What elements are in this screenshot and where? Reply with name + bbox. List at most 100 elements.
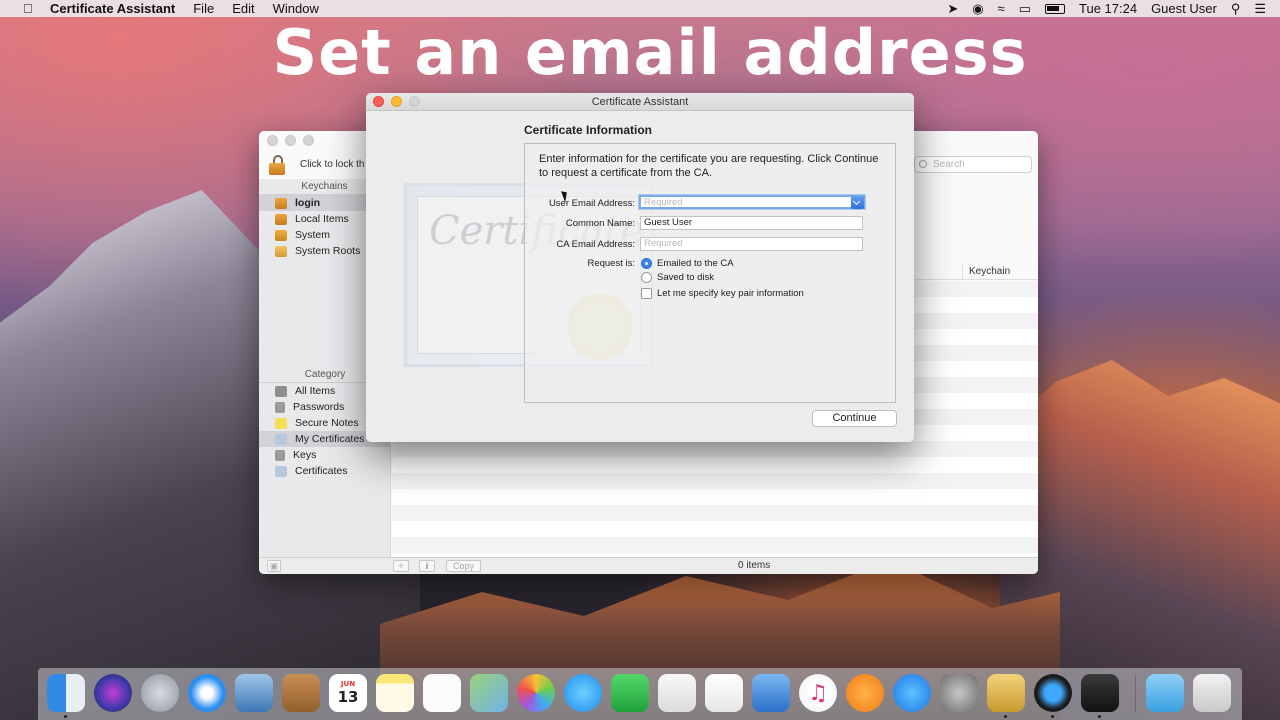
chevron-down-icon[interactable] bbox=[851, 196, 864, 209]
option-emailed-label[interactable]: Emailed to the CA bbox=[657, 258, 734, 269]
facetime-icon[interactable] bbox=[611, 674, 649, 712]
headline-caption: Set an email address bbox=[272, 16, 1028, 89]
sidebar-item-certificates[interactable]: Certificates bbox=[259, 463, 391, 479]
dock: JUN 13 ♫ bbox=[38, 668, 1242, 720]
zoom-button[interactable] bbox=[303, 134, 314, 146]
key-icon bbox=[275, 449, 285, 461]
dock-separator bbox=[1135, 676, 1136, 712]
column-header-keychain[interactable]: Keychain bbox=[962, 264, 1038, 280]
menu-app-name[interactable]: Certificate Assistant bbox=[50, 1, 175, 16]
sidebar-item-label: My Certificates bbox=[295, 433, 365, 445]
close-button[interactable] bbox=[373, 96, 384, 107]
running-indicator bbox=[1004, 715, 1007, 718]
spotlight-icon[interactable]: ⚲ bbox=[1231, 1, 1241, 17]
menu-user[interactable]: Guest User bbox=[1151, 1, 1217, 16]
quicktime-icon[interactable] bbox=[1034, 674, 1072, 712]
common-name-field[interactable]: Guest User bbox=[640, 216, 863, 230]
menu-window[interactable]: Window bbox=[273, 1, 319, 16]
my-certificates-icon bbox=[275, 433, 287, 445]
running-indicator bbox=[1051, 715, 1054, 718]
safari-icon[interactable] bbox=[188, 674, 226, 712]
radio-emailed-to-ca[interactable] bbox=[641, 258, 652, 269]
user-email-label: User Email Address: bbox=[548, 198, 635, 209]
menu-bar:  Certificate Assistant File Edit Window… bbox=[0, 0, 1280, 17]
continue-button[interactable]: Continue bbox=[812, 410, 897, 427]
calendar-month: JUN bbox=[340, 680, 356, 688]
note-icon bbox=[275, 417, 287, 429]
notes-icon[interactable] bbox=[376, 674, 414, 712]
system-preferences-icon[interactable] bbox=[940, 674, 978, 712]
app-store-icon[interactable] bbox=[893, 674, 931, 712]
minimize-button[interactable] bbox=[285, 134, 296, 146]
key-icon bbox=[275, 401, 285, 413]
sidebar-item-label: Keys bbox=[293, 449, 317, 461]
lock-open-icon bbox=[275, 197, 287, 209]
finder-icon[interactable] bbox=[47, 674, 85, 712]
sidebar-item-keys[interactable]: Keys bbox=[259, 447, 391, 463]
bartender-icon[interactable] bbox=[1081, 674, 1119, 712]
user-email-field[interactable]: Required bbox=[639, 195, 865, 209]
copy-button[interactable]: Copy bbox=[446, 560, 481, 572]
pages-icon[interactable] bbox=[658, 674, 696, 712]
search-icon bbox=[919, 160, 927, 168]
checkbox-key-pair[interactable] bbox=[641, 288, 652, 299]
option-keypair-label[interactable]: Let me specify key pair information bbox=[657, 288, 804, 299]
lock-label[interactable]: Click to lock th bbox=[300, 159, 364, 170]
messages-icon[interactable] bbox=[564, 674, 602, 712]
sidebar-item-label: Local Items bbox=[295, 213, 349, 225]
minimize-button[interactable] bbox=[391, 96, 402, 107]
ibooks-icon[interactable] bbox=[846, 674, 884, 712]
itunes-icon[interactable]: ♫ bbox=[799, 674, 837, 712]
mail-icon[interactable] bbox=[235, 674, 273, 712]
keychain-status-bar: ▣ + i Copy 0 items bbox=[259, 557, 1038, 574]
launchpad-icon[interactable] bbox=[141, 674, 179, 712]
numbers-icon[interactable] bbox=[705, 674, 743, 712]
keynote-icon[interactable] bbox=[752, 674, 790, 712]
battery-icon[interactable] bbox=[1045, 3, 1065, 14]
notification-center-icon[interactable]: ☰ bbox=[1254, 1, 1266, 17]
search-input[interactable]: Search bbox=[914, 156, 1032, 173]
trash-icon[interactable] bbox=[1193, 674, 1231, 712]
certificate-assistant-window: Certificate Assistant Certificate Certif… bbox=[366, 93, 914, 442]
menu-file[interactable]: File bbox=[193, 1, 214, 16]
sidebar-item-label: Certificates bbox=[295, 465, 348, 477]
add-item-button[interactable]: + bbox=[393, 560, 409, 572]
items-count: 0 items bbox=[738, 560, 771, 571]
sidebar-item-label: System Roots bbox=[295, 245, 361, 257]
lock-icon[interactable] bbox=[269, 155, 285, 175]
sidebar-item-label: Passwords bbox=[293, 401, 345, 413]
record-icon[interactable]: ◉ bbox=[972, 1, 983, 17]
siri-icon[interactable] bbox=[94, 674, 132, 712]
menu-clock[interactable]: Tue 17:24 bbox=[1079, 1, 1137, 16]
sidebar-item-label: login bbox=[295, 197, 321, 209]
radio-saved-to-disk[interactable] bbox=[641, 272, 652, 283]
user-email-placeholder: Required bbox=[644, 197, 683, 208]
location-icon[interactable]: ➤ bbox=[947, 1, 958, 17]
running-indicator bbox=[64, 715, 67, 718]
keychain-access-icon[interactable] bbox=[987, 674, 1025, 712]
ca-intro-text: Enter information for the certificate yo… bbox=[539, 153, 879, 179]
lock-open-icon bbox=[275, 213, 287, 225]
ca-window-title: Certificate Assistant bbox=[591, 96, 689, 108]
maps-icon[interactable] bbox=[470, 674, 508, 712]
info-button[interactable]: i bbox=[419, 560, 435, 572]
close-button[interactable] bbox=[267, 134, 278, 146]
zoom-button[interactable] bbox=[409, 96, 420, 107]
downloads-folder-icon[interactable] bbox=[1146, 674, 1184, 712]
contacts-icon[interactable] bbox=[282, 674, 320, 712]
reminders-icon[interactable] bbox=[423, 674, 461, 712]
search-placeholder: Search bbox=[933, 159, 965, 170]
cabinet-icon bbox=[275, 245, 287, 257]
menu-edit[interactable]: Edit bbox=[232, 1, 254, 16]
airplay-icon[interactable]: ▭ bbox=[1019, 1, 1031, 17]
photos-icon[interactable] bbox=[517, 674, 555, 712]
sidebar-toggle-button[interactable]: ▣ bbox=[267, 560, 281, 572]
running-indicator bbox=[1098, 715, 1101, 718]
wifi-icon[interactable]: ≈ bbox=[998, 1, 1005, 16]
sidebar-item-label: All Items bbox=[295, 385, 336, 397]
calendar-day: 13 bbox=[337, 688, 359, 706]
calendar-icon[interactable]: JUN 13 bbox=[329, 674, 367, 712]
apple-menu-icon[interactable]:  bbox=[16, 1, 40, 16]
ca-email-field[interactable]: Required bbox=[640, 237, 863, 251]
option-saved-label[interactable]: Saved to disk bbox=[657, 272, 714, 283]
